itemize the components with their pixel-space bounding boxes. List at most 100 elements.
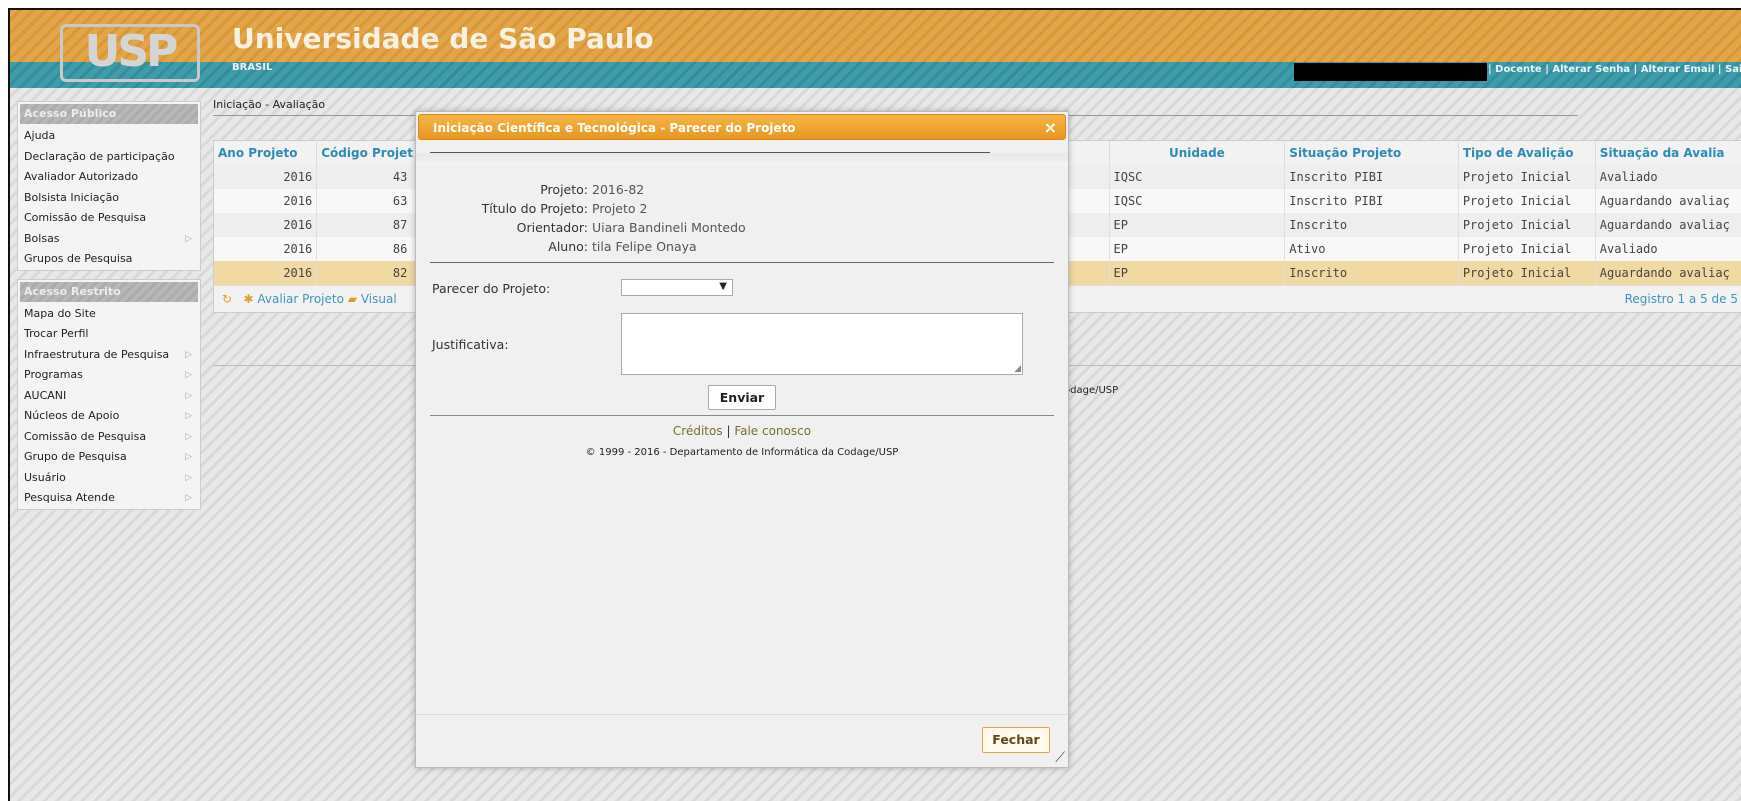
restricted-menu-item-label: Mapa do Site bbox=[24, 306, 96, 320]
public-access-menu: Acesso Público Ajuda Declaração de partic… bbox=[17, 101, 201, 271]
info-row: Orientador: Uiara Bandineli Montedo bbox=[430, 218, 1054, 237]
restricted-menu-item-label: Programas bbox=[24, 368, 83, 381]
usp-logo[interactable]: USP bbox=[60, 24, 200, 82]
credits-link[interactable]: Créditos bbox=[673, 424, 723, 438]
table-cell: Aguardando avaliaç bbox=[1595, 213, 1741, 237]
top-links: | Docente | Alterar Senha | Alterar Emai… bbox=[1488, 64, 1741, 75]
link-alterar-email[interactable]: Alterar Email bbox=[1641, 64, 1715, 75]
submenu-arrow-icon: ▷ bbox=[185, 411, 192, 421]
table-cell: EP bbox=[1109, 213, 1286, 237]
table-cell: Projeto Inicial bbox=[1458, 189, 1596, 213]
parecer-label: Parecer do Projeto: bbox=[432, 281, 551, 296]
table-cell: Aguardando avaliaç bbox=[1595, 189, 1741, 213]
column-header[interactable]: Código Projet bbox=[316, 141, 427, 165]
resize-grip-icon[interactable]: ◢ bbox=[1014, 364, 1021, 374]
submenu-arrow-icon: ▷ bbox=[185, 370, 192, 380]
table-cell: 2016 bbox=[214, 261, 318, 285]
public-menu-item[interactable]: Bolsista Iniciação bbox=[18, 188, 200, 209]
parecer-select[interactable]: ▼ bbox=[621, 279, 733, 296]
dialog-title: Iniciação Científica e Tecnológica - Par… bbox=[433, 121, 796, 135]
table-cell: EP bbox=[1109, 237, 1286, 261]
refresh-icon[interactable]: ↻ bbox=[222, 292, 232, 306]
restricted-menu-item[interactable]: Grupo de Pesquisa ▷ bbox=[18, 447, 200, 468]
restricted-menu-item[interactable]: Núcleos de Apoio ▷ bbox=[18, 406, 200, 427]
restricted-menu-item[interactable]: Comissão de Pesquisa ▷ bbox=[18, 427, 200, 448]
table-cell: 43 A bbox=[316, 165, 427, 189]
restricted-menu-item-label: Pesquisa Atende bbox=[24, 491, 115, 504]
public-menu-item[interactable]: Avaliador Autorizado bbox=[18, 167, 200, 188]
column-header[interactable]: Ano Projeto bbox=[214, 141, 318, 165]
public-menu-item[interactable]: Ajuda bbox=[18, 126, 200, 147]
info-label: Aluno: bbox=[548, 239, 588, 254]
restricted-menu-item[interactable]: Pesquisa Atende ▷ bbox=[18, 488, 200, 509]
background-footer-text: odage/USP bbox=[1064, 385, 1119, 396]
submit-row: Enviar bbox=[430, 377, 1054, 415]
dialog-body: Projeto: 2016-82 Título do Projeto: Projeto… bbox=[416, 152, 1068, 458]
restricted-menu-item[interactable]: Trocar Perfil bbox=[18, 324, 200, 345]
restricted-menu-item-label: AUCANI bbox=[24, 388, 67, 402]
restricted-access-title: Acesso Restrito bbox=[20, 281, 198, 302]
submenu-arrow-icon: ▷ bbox=[185, 349, 192, 360]
justificativa-textarea[interactable]: ◢ bbox=[621, 313, 1023, 375]
table-cell: IQSC bbox=[1109, 165, 1286, 189]
table-cell: 82 U bbox=[316, 261, 427, 285]
dialog-titlebar: Iniciação Científica e Tecnológica - Par… bbox=[418, 114, 1066, 140]
restricted-menu-item[interactable]: AUCANI ▷ bbox=[18, 386, 200, 407]
send-button[interactable]: Enviar bbox=[708, 385, 776, 410]
contact-link[interactable]: Fale conosco bbox=[734, 424, 811, 438]
public-menu-item[interactable]: Bolsas ▷ bbox=[18, 229, 200, 250]
resize-handle-icon[interactable]: ⟋ bbox=[1055, 750, 1065, 766]
restricted-menu-item[interactable]: Mapa do Site bbox=[18, 304, 200, 325]
close-button[interactable]: Fechar bbox=[982, 727, 1050, 753]
evaluate-project-button[interactable]: Avaliar Projeto bbox=[257, 292, 344, 306]
record-count: Registro 1 a 5 de 5 bbox=[1624, 292, 1738, 306]
folder-icon: ▰ bbox=[347, 292, 357, 306]
public-menu-item[interactable]: Comissão de Pesquisa bbox=[18, 208, 200, 229]
restricted-menu-item-label: Trocar Perfil bbox=[24, 327, 89, 340]
table-cell: 87 U bbox=[316, 213, 427, 237]
table-cell: Inscrito PIBI bbox=[1284, 189, 1459, 213]
redacted-user-name bbox=[1294, 63, 1487, 81]
breadcrumb: Iniciação - Avaliação bbox=[213, 98, 326, 111]
restricted-menu-item-label: Infraestrutura de Pesquisa bbox=[24, 347, 170, 361]
submenu-arrow-icon: ▷ bbox=[185, 472, 192, 483]
link-sair[interactable]: Sair bbox=[1725, 64, 1741, 75]
justificativa-label: Justificativa: bbox=[432, 337, 509, 352]
table-cell: Projeto Inicial bbox=[1458, 213, 1596, 237]
column-header[interactable]: Situação Projeto bbox=[1284, 141, 1459, 165]
table-cell: 2016 bbox=[214, 237, 318, 261]
sidebar: Acesso Público Ajuda Declaração de partic… bbox=[17, 101, 201, 518]
view-button[interactable]: Visual bbox=[361, 292, 397, 306]
form-divider bbox=[430, 415, 1054, 416]
link-alterar-senha[interactable]: Alterar Senha bbox=[1552, 64, 1630, 75]
public-menu-item-label: Bolsista Iniciação bbox=[24, 190, 120, 204]
info-value: Uiara Bandineli Montedo bbox=[592, 220, 746, 235]
public-menu-item-label: Grupos de Pesquisa bbox=[24, 252, 133, 265]
close-icon[interactable]: × bbox=[1044, 115, 1057, 141]
restricted-menu-item[interactable]: Programas ▷ bbox=[18, 365, 200, 386]
restricted-menu-item-label: Comissão de Pesquisa bbox=[24, 429, 147, 443]
restricted-menu-item[interactable]: Infraestrutura de Pesquisa ▷ bbox=[18, 345, 200, 366]
dialog-footer: Fechar ⟋ bbox=[416, 714, 1068, 767]
link-separator: | bbox=[1717, 64, 1722, 75]
table-cell: 63 U bbox=[316, 189, 427, 213]
table-cell: 2016 bbox=[214, 213, 318, 237]
submenu-arrow-icon: ▷ bbox=[185, 390, 192, 401]
link-docente[interactable]: Docente bbox=[1495, 64, 1542, 75]
restricted-menu-item[interactable]: Usuário ▷ bbox=[18, 468, 200, 489]
info-label: Projeto: bbox=[540, 182, 588, 197]
justificativa-row: Justificativa: ◢ bbox=[430, 313, 1054, 377]
public-menu-item[interactable]: Declaração de participação bbox=[18, 147, 200, 168]
table-cell: Ativo bbox=[1284, 237, 1459, 261]
column-header[interactable]: Tipo de Avalição bbox=[1458, 141, 1596, 165]
table-cell: Projeto Inicial bbox=[1458, 261, 1596, 285]
table-cell: EP bbox=[1109, 261, 1286, 285]
info-value: Projeto 2 bbox=[592, 201, 648, 216]
table-cell: 2016 bbox=[214, 189, 318, 213]
submenu-arrow-icon: ▷ bbox=[185, 431, 192, 442]
column-header[interactable]: Unidade bbox=[1109, 141, 1286, 165]
table-cell: 86 U bbox=[316, 237, 427, 261]
public-menu-item[interactable]: Grupos de Pesquisa bbox=[18, 249, 200, 270]
table-cell: Inscrito bbox=[1284, 213, 1459, 237]
column-header[interactable]: Situação da Avalia bbox=[1595, 141, 1741, 165]
